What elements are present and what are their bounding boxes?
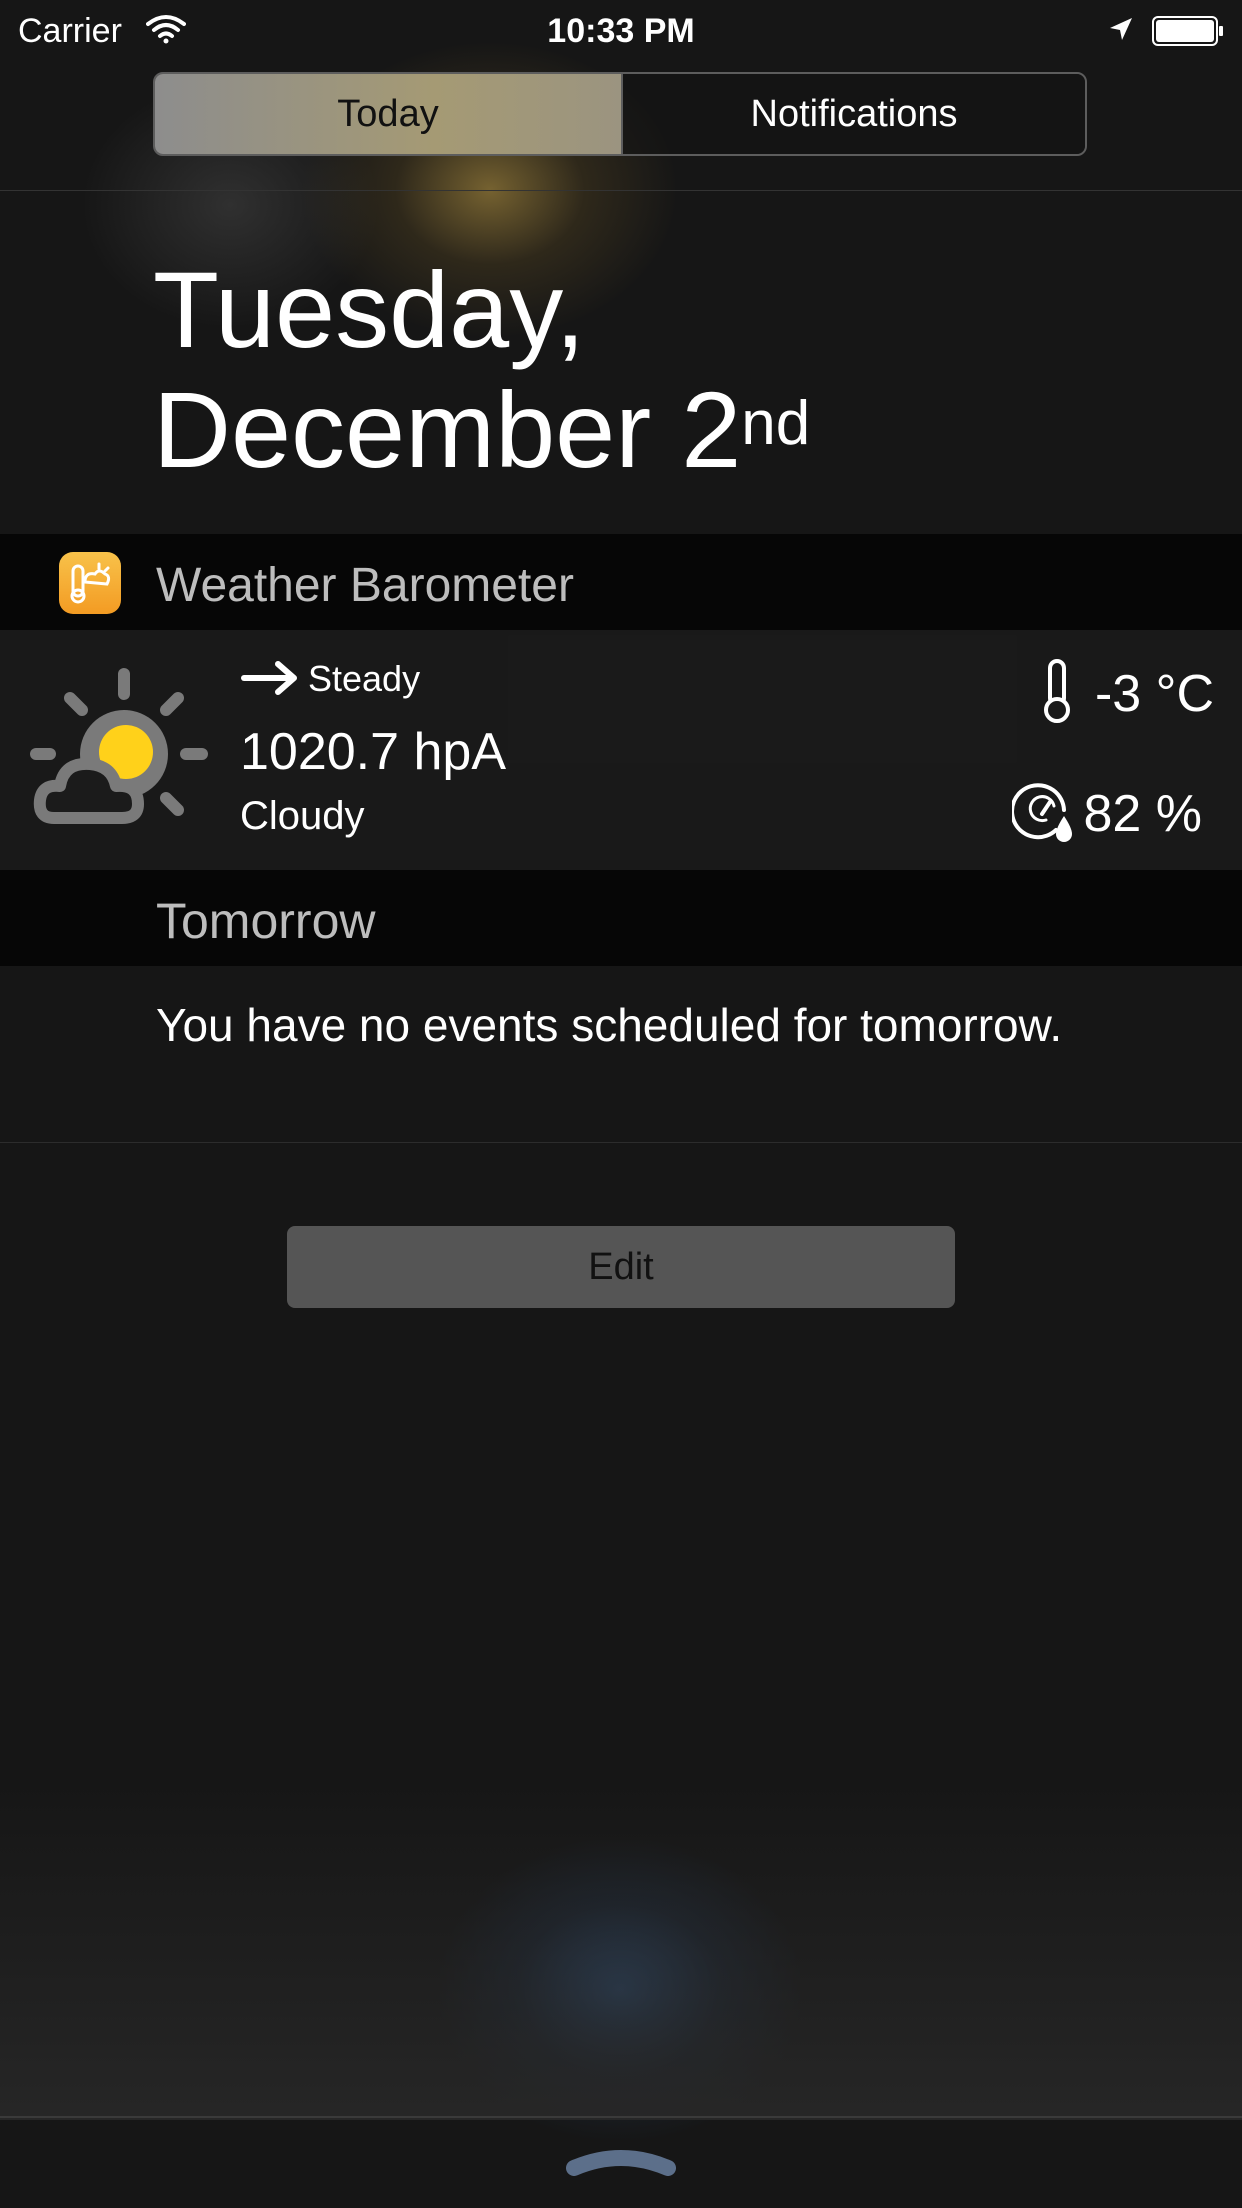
date-month-day: December 2nd — [153, 370, 810, 490]
today-notifications-segmented-control: Today Notifications — [153, 72, 1087, 156]
humidity-value: 82 % — [1083, 785, 1202, 843]
grabber-handle-icon[interactable] — [566, 2142, 676, 2176]
widget-title: Weather Barometer — [156, 559, 574, 612]
temperature-value: -3 °C — [1094, 665, 1214, 723]
weather-widget-header[interactable]: Weather Barometer — [0, 534, 1242, 630]
status-bar: Carrier 10:33 PM — [0, 0, 1242, 60]
weather-widget-body[interactable]: Steady 1020.7 hpA Cloudy -3 °C 82 % — [0, 630, 1242, 870]
partly-cloudy-icon — [30, 668, 208, 824]
divider — [0, 2116, 1242, 2118]
tomorrow-label: Tomorrow — [156, 893, 376, 949]
tab-notifications[interactable]: Notifications — [621, 74, 1085, 154]
no-events-message: You have no events scheduled for tomorro… — [156, 999, 1063, 1051]
date-month-day-text: December 2 — [153, 369, 742, 490]
barometer-sun-icon — [70, 562, 111, 604]
location-icon — [1110, 18, 1132, 40]
divider — [0, 190, 1242, 191]
tab-today[interactable]: Today — [155, 74, 621, 154]
background-glow-bottom — [440, 1840, 800, 2140]
humidity-gauge-icon — [1012, 783, 1072, 842]
date-ordinal-suffix: nd — [741, 389, 811, 458]
status-time: 10:33 PM — [547, 12, 695, 50]
pressure-trend: Steady — [308, 658, 421, 699]
edit-button[interactable]: Edit — [287, 1226, 955, 1308]
thermometer-icon — [1044, 659, 1070, 723]
weather-barometer-app-icon — [59, 552, 121, 614]
arrow-right-icon — [241, 661, 297, 695]
weather-condition: Cloudy — [240, 794, 365, 838]
divider — [0, 1142, 1242, 1143]
date-weekday: Tuesday, — [153, 249, 586, 370]
background-bottom-fade — [0, 1780, 1242, 2120]
date-heading: Tuesday, December 2nd — [153, 250, 810, 490]
tomorrow-header: Tomorrow — [0, 870, 1242, 966]
pressure-value: 1020.7 hpA — [240, 723, 507, 781]
battery-icon — [1152, 16, 1223, 46]
